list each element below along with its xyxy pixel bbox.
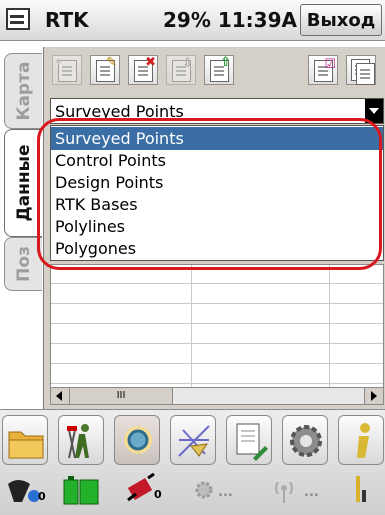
search-button[interactable] — [114, 415, 160, 465]
document-tool-icon — [236, 423, 268, 461]
search-icon — [124, 426, 152, 454]
cogo-button[interactable] — [170, 415, 216, 465]
start-menu-icon[interactable] — [3, 6, 37, 34]
export-button[interactable]: ⇧ — [204, 55, 234, 85]
app-title: RTK — [45, 8, 89, 32]
survey-button[interactable] — [58, 415, 104, 465]
tab-position-label: Поз — [13, 246, 34, 282]
add-point-button[interactable]: * — [52, 55, 82, 85]
surveyor-icon — [67, 424, 89, 459]
tab-map-label: Карта — [13, 61, 34, 121]
cogo-icon — [178, 425, 210, 457]
satellite-icon[interactable]: 0 — [124, 472, 164, 508]
info-icon — [357, 423, 370, 458]
tab-data-label: Данные — [13, 144, 34, 222]
settings-button[interactable] — [282, 415, 328, 465]
exit-button[interactable]: Выход — [300, 4, 382, 36]
gear-status-icon[interactable]: ... — [192, 472, 242, 508]
folder-button[interactable] — [2, 415, 48, 465]
signal-icon[interactable]: 0 — [4, 472, 48, 508]
copy-button[interactable] — [346, 55, 376, 85]
import-button[interactable]: ⇩ — [166, 55, 196, 85]
radio-icon[interactable]: ... — [270, 472, 326, 508]
folder-icon — [8, 431, 44, 459]
highlight-annotation — [37, 118, 382, 270]
battery-icon — [62, 472, 102, 508]
delete-point-button[interactable]: ✖ — [128, 55, 158, 85]
gear-icon — [290, 425, 322, 457]
launcher-bar: 0 0 ... ... — [0, 409, 385, 515]
select-button[interactable]: ☑ — [308, 55, 338, 85]
points-table[interactable] — [50, 264, 384, 388]
horizontal-scrollbar[interactable]: III — [50, 387, 384, 405]
info-button[interactable] — [338, 415, 384, 465]
battery-time-status: 29% 11:39A — [163, 8, 297, 32]
tab-map[interactable]: Карта — [4, 53, 42, 129]
scroll-right-icon[interactable] — [364, 388, 383, 404]
edit-point-button[interactable]: ✎ — [90, 55, 120, 85]
bars-icon — [350, 472, 380, 508]
title-bar: RTK 29% 11:39A Выход — [0, 0, 385, 41]
scroll-left-icon[interactable] — [51, 388, 70, 404]
scroll-thumb[interactable]: III — [70, 388, 173, 404]
tools-button[interactable] — [226, 415, 272, 465]
